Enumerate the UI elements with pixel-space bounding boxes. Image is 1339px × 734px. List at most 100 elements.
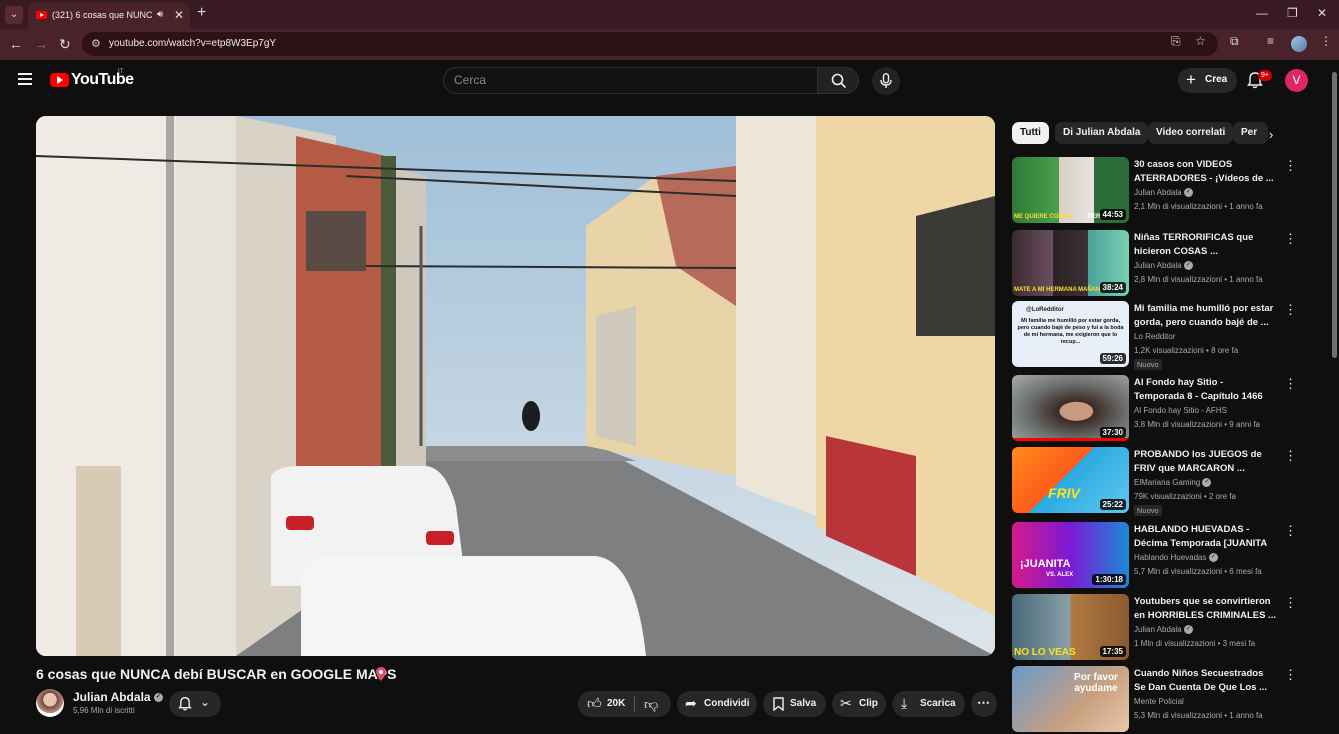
video-thumbnail[interactable]: 37:30 <box>1012 375 1129 441</box>
recommendation-meta: 5,7 Mln di visualizzazioni • 6 mesi fa <box>1134 567 1262 576</box>
profile-avatar[interactable] <box>1291 36 1307 52</box>
bell-icon <box>178 696 192 711</box>
install-app-icon[interactable]: ⎘ <box>1171 34 1181 49</box>
youtube-favicon-icon <box>36 11 47 19</box>
video-thumbnail[interactable]: NO LO VEAS 17:35 <box>1012 594 1129 660</box>
recommendation-item[interactable]: @LoRedditor Mi familia me humilló por es… <box>1012 301 1312 370</box>
like-count: 20K <box>607 698 626 709</box>
recommendation-item[interactable]: ME QUIERE COMER PER... 44:53 30 casos co… <box>1012 157 1312 225</box>
page-scrollbar[interactable] <box>1330 62 1339 720</box>
video-thumbnail[interactable]: ME QUIERE COMER PER... 44:53 <box>1012 157 1129 223</box>
channel-name-text[interactable]: Julian Abdala <box>73 690 151 704</box>
recommendation-item[interactable]: MATE A MI HERMANA MAÑANA 38:24 Niñas TER… <box>1012 230 1312 298</box>
more-vertical-icon[interactable]: ⋮ <box>1284 376 1297 392</box>
tab-search-button[interactable]: ⌄ <box>5 6 23 24</box>
more-vertical-icon[interactable]: ⋮ <box>1284 158 1297 174</box>
recommendation-item[interactable]: NO LO VEAS 17:35 Youtubers que se convir… <box>1012 594 1312 662</box>
video-player[interactable] <box>36 116 995 656</box>
recommendation-title[interactable]: Mi familia me humilló por estar gorda, p… <box>1134 302 1276 330</box>
account-avatar[interactable]: V <box>1285 69 1308 92</box>
clip-label: Clip <box>859 698 878 709</box>
video-thumbnail[interactable]: Por favor ayudame <box>1012 666 1129 732</box>
restore-icon[interactable]: ❐ <box>1287 6 1298 20</box>
chip-from-channel[interactable]: Di Julian Abdala <box>1055 122 1149 144</box>
search-input[interactable] <box>454 73 804 87</box>
reload-icon[interactable]: ↻ <box>59 36 71 53</box>
chrome-menu-icon[interactable]: ⋮ <box>1320 34 1332 48</box>
verified-badge-icon: ✓ <box>1183 625 1193 635</box>
thumbnail-text-2: VS. ALEX <box>1046 572 1074 578</box>
bookmark-star-icon[interactable]: ☆ <box>1195 34 1206 48</box>
video-thumbnail[interactable]: @LoRedditor Mi familia me humilló por es… <box>1012 301 1129 367</box>
thumbnail-caption: ME QUIERE COMER <box>1014 214 1072 220</box>
more-actions-button[interactable]: ⋯ <box>971 691 997 717</box>
share-button[interactable]: ➦ Condividi <box>677 691 757 717</box>
voice-search-button[interactable] <box>872 67 900 95</box>
recommendation-title[interactable]: Cuando Niños Secuestrados Se Dan Cuenta … <box>1134 667 1276 695</box>
recommendation-age: 9 anni fa <box>1229 420 1260 429</box>
site-info-icon[interactable]: ⚙ <box>91 37 101 50</box>
video-thumbnail[interactable]: MATE A MI HERMANA MAÑANA 38:24 <box>1012 230 1129 296</box>
save-button[interactable]: Salva <box>763 691 826 717</box>
recommendation-views: 3,8 Mln di visualizzazioni <box>1134 420 1223 429</box>
recommendation-meta: 1,2K visualizzazioni • 8 ore fa <box>1134 346 1239 355</box>
video-frame <box>36 116 995 656</box>
download-button[interactable]: ⤓ Scarica <box>892 691 965 717</box>
more-vertical-icon[interactable]: ⋮ <box>1284 523 1297 539</box>
more-vertical-icon[interactable]: ⋮ <box>1284 595 1297 611</box>
recommendation-item[interactable]: 37:30 Al Fondo hay Sitio - Temporada 8 -… <box>1012 375 1312 443</box>
recommendation-title[interactable]: Niñas TERRORIFICAS que hicieron COSAS ..… <box>1134 231 1276 259</box>
more-vertical-icon[interactable]: ⋮ <box>1284 667 1297 683</box>
channel-name[interactable]: Julian Abdala ✓ <box>73 690 163 704</box>
like-button[interactable]: 👍︎ 20K <box>578 691 633 717</box>
more-vertical-icon[interactable]: ⋮ <box>1284 302 1297 318</box>
clip-button[interactable]: ✂ Clip <box>832 691 886 717</box>
video-thumbnail[interactable]: ¡JUANITA VS. ALEX 1:30:18 <box>1012 522 1129 588</box>
new-badge: Nuovo <box>1134 505 1162 516</box>
url-text[interactable]: youtube.com/watch?v=etp8W3Ep7gY <box>109 38 276 49</box>
more-vertical-icon[interactable]: ⋮ <box>1284 448 1297 464</box>
subscription-notifications-button[interactable]: ⌄ <box>169 691 221 717</box>
create-button[interactable]: + Crea <box>1178 68 1237 93</box>
recommendation-views: 5,7 Mln di visualizzazioni <box>1134 567 1223 576</box>
recommendation-title[interactable]: 30 casos con VIDEOS ATERRADORES - ¡Vídeo… <box>1134 158 1276 186</box>
youtube-logo-icon[interactable] <box>50 73 69 87</box>
forward-arrow-icon[interactable]: → <box>34 36 48 52</box>
chip-all[interactable]: Tutti <box>1012 122 1049 144</box>
country-code: IT <box>118 69 124 75</box>
recommendation-title[interactable]: PROBANDO los JUEGOS de FRIV que MARCARON… <box>1134 448 1276 476</box>
speaker-icon[interactable]: 🔊︎ <box>157 9 163 20</box>
thumbnail-text: ¡JUANITA <box>1020 558 1071 570</box>
minimize-icon[interactable]: — <box>1256 6 1268 20</box>
recommendation-title[interactable]: HABLANDO HUEVADAS - Décima Temporada [JU… <box>1134 523 1276 551</box>
close-tab-icon[interactable]: ✕ <box>174 8 184 22</box>
recommendation-item[interactable]: Por favor ayudame Cuando Niños Secuestra… <box>1012 666 1312 734</box>
chip-for-you[interactable]: Per <box>1233 122 1268 144</box>
thumbs-down-icon[interactable]: 👎︎ <box>644 696 658 713</box>
video-thumbnail[interactable]: FRIV 25:22 <box>1012 447 1129 513</box>
recommendation-meta: 79K visualizzazioni • 2 ore fa <box>1134 492 1236 501</box>
recommendation-item[interactable]: FRIV 25:22 PROBANDO los JUEGOS de FRIV q… <box>1012 447 1312 516</box>
recommendation-item[interactable]: ¡JUANITA VS. ALEX 1:30:18 HABLANDO HUEVA… <box>1012 522 1312 590</box>
scrollbar-thumb[interactable] <box>1332 72 1337 358</box>
address-bar-row: ← → ↻ ⚙ youtube.com/watch?v=etp8W3Ep7gY … <box>0 29 1339 60</box>
recommendation-title[interactable]: Al Fondo hay Sitio - Temporada 8 - Capít… <box>1134 376 1276 404</box>
recommendation-channel: ElMariana Gaming ✓ <box>1134 478 1212 488</box>
extensions-icon[interactable]: ⧉ <box>1230 34 1239 49</box>
search-button[interactable] <box>817 67 859 94</box>
omnibox[interactable]: ⚙ youtube.com/watch?v=etp8W3Ep7gY <box>82 32 1218 56</box>
plus-icon: + <box>1186 70 1196 89</box>
channel-avatar[interactable] <box>36 689 64 717</box>
close-window-icon[interactable]: ✕ <box>1317 6 1327 20</box>
chip-related[interactable]: Video correlati <box>1148 122 1234 144</box>
back-arrow-icon[interactable]: ← <box>9 36 23 52</box>
duration-badge: 59:26 <box>1099 353 1126 364</box>
chevron-right-icon[interactable]: › <box>1269 127 1273 142</box>
menu-hamburger-icon[interactable] <box>18 73 32 85</box>
new-tab-button[interactable]: + <box>197 4 206 22</box>
recommendation-title[interactable]: Youtubers que se convirtieron en HORRIBL… <box>1134 595 1276 623</box>
browser-tab[interactable]: (321) 6 cosas que NUNCA d 🔊︎ ✕ <box>28 3 190 29</box>
more-vertical-icon[interactable]: ⋮ <box>1284 231 1297 247</box>
youtube-logo-text[interactable]: YouTube <box>71 71 134 89</box>
media-controls-icon[interactable]: ≡ <box>1267 34 1274 48</box>
